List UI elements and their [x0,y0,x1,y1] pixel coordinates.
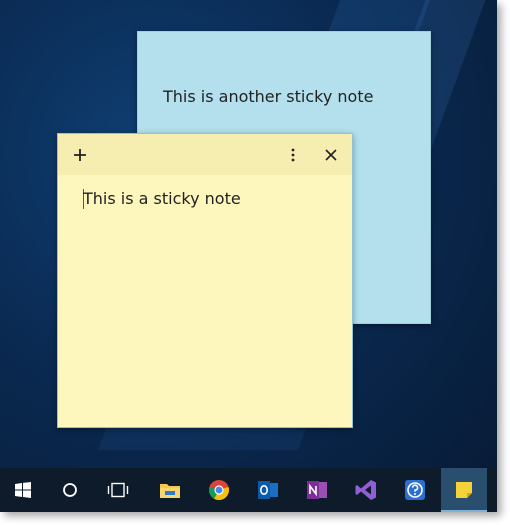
close-icon [325,149,337,161]
desktop: This is another sticky note This is a st… [0,0,497,512]
start-button[interactable] [0,468,46,512]
task-view-icon [107,482,129,498]
plus-icon [74,149,86,161]
note-text[interactable]: This is a sticky note [83,189,241,208]
onenote-icon [307,481,327,499]
new-note-button[interactable] [67,142,93,168]
task-view-button[interactable] [95,468,141,512]
visual-studio-button[interactable] [343,468,389,512]
start-icon [15,482,31,498]
file-explorer-icon [160,484,180,498]
search-icon [63,483,77,497]
outlook-icon [258,481,278,499]
quick-assist-icon [405,480,425,500]
note-text[interactable]: This is another sticky note [163,87,373,106]
file-explorer-button[interactable] [147,468,193,512]
sticky-note-yellow[interactable]: This is a sticky note [57,133,353,428]
close-button[interactable] [318,142,344,168]
chrome-button[interactable] [196,468,242,512]
sticky-notes-icon [456,482,472,498]
search-button[interactable] [47,468,93,512]
visual-studio-icon [355,480,376,500]
more-icon [291,148,295,162]
outlook-button[interactable] [245,468,291,512]
menu-button[interactable] [280,142,306,168]
chrome-icon [209,480,229,501]
taskbar [0,468,497,512]
onenote-button[interactable] [294,468,340,512]
sticky-notes-button[interactable] [441,468,487,512]
note-header[interactable] [58,134,352,175]
quick-assist-button[interactable] [392,468,438,512]
